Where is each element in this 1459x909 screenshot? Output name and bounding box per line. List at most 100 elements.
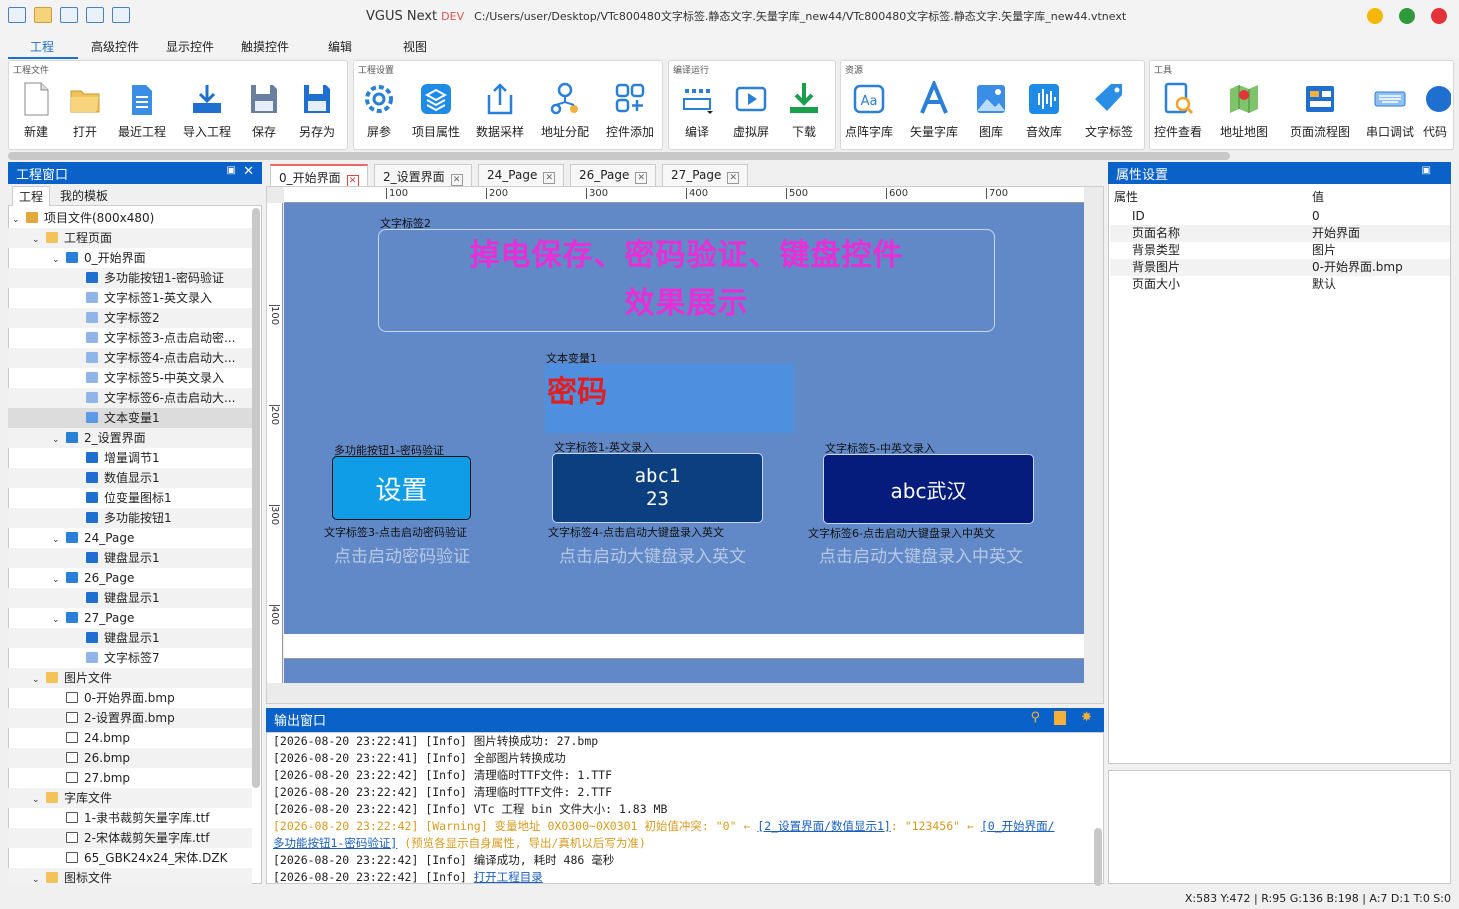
tree-node[interactable]: ⌄ 27_Page bbox=[8, 608, 252, 628]
menu-view[interactable]: 视图 bbox=[403, 38, 427, 55]
output-scrollbar[interactable] bbox=[1094, 828, 1102, 886]
maximize-button[interactable] bbox=[1399, 8, 1415, 24]
tab-my-templates[interactable]: 我的模板 bbox=[54, 186, 114, 205]
tree-node[interactable]: 键盘显示1 bbox=[8, 628, 252, 648]
download-button[interactable]: 下载 bbox=[772, 81, 836, 147]
menu-touch-widgets[interactable]: 触摸控件 bbox=[241, 38, 289, 55]
tree-node[interactable]: ⌄ 图标文件 bbox=[8, 868, 252, 884]
code-button[interactable]: 代码 bbox=[1415, 81, 1455, 147]
tree-node[interactable]: 键盘显示1 bbox=[8, 548, 252, 568]
tree-node[interactable]: 1-隶书裁剪矢量字库.ttf bbox=[8, 808, 252, 828]
expand-chevron-icon[interactable]: ⌄ bbox=[52, 570, 62, 588]
mixed-input-widget[interactable]: abc武汉 bbox=[823, 454, 1034, 524]
sound-library-button[interactable]: 音效库 bbox=[1012, 81, 1076, 147]
data-sampling-button[interactable]: 数据采样 bbox=[468, 81, 532, 147]
tree-node[interactable]: 27.bmp bbox=[8, 768, 252, 788]
expand-chevron-icon[interactable]: ⌄ bbox=[52, 430, 62, 448]
menu-project[interactable]: 工程 bbox=[30, 38, 54, 55]
property-value[interactable]: 0-开始界面.bmp bbox=[1312, 259, 1403, 276]
close-icon[interactable]: ✕ bbox=[543, 172, 556, 184]
tree-node[interactable]: 0-开始界面.bmp bbox=[8, 688, 252, 708]
tree-node[interactable]: 文本变量1 bbox=[8, 408, 252, 428]
menu-edit[interactable]: 编辑 bbox=[328, 38, 352, 55]
tree-node[interactable]: 文字标签2 bbox=[8, 308, 252, 328]
property-row[interactable]: 页面名称 开始界面 bbox=[1110, 225, 1450, 242]
tree-node[interactable]: ⌄ 图片文件 bbox=[8, 668, 252, 688]
tab-project[interactable]: 工程 bbox=[12, 186, 51, 206]
tree-node[interactable]: 24.bmp bbox=[8, 728, 252, 748]
doc-tab-2[interactable]: 2_设置界面 ✕ bbox=[374, 164, 472, 186]
tree-node[interactable]: ⌄ 字库文件 bbox=[8, 788, 252, 808]
import-project-button[interactable]: 导入工程 bbox=[175, 81, 239, 147]
page-flowchart-button[interactable]: 页面流程图 bbox=[1286, 81, 1354, 147]
tree-node[interactable]: 文字标签3-点击启动密... bbox=[8, 328, 252, 348]
close-icon[interactable]: ✕ bbox=[635, 172, 648, 184]
minimize-button[interactable] bbox=[1367, 8, 1383, 24]
expand-chevron-icon[interactable]: ⌄ bbox=[52, 530, 62, 548]
menu-advanced-widgets[interactable]: 高级控件 bbox=[91, 38, 139, 55]
property-value[interactable]: 0 bbox=[1312, 208, 1320, 225]
tree-node[interactable]: 键盘显示1 bbox=[8, 588, 252, 608]
expand-chevron-icon[interactable]: ⌄ bbox=[32, 230, 42, 248]
tree-node[interactable]: 文字标签1-英文录入 bbox=[8, 288, 252, 308]
tree-node[interactable]: 增量调节1 bbox=[8, 448, 252, 468]
close-icon[interactable]: ✕ bbox=[450, 174, 463, 186]
serial-debug-button[interactable]: 串口调试 bbox=[1358, 81, 1422, 147]
tree-node[interactable]: ⌄ 工程页面 bbox=[8, 228, 252, 248]
doc-tab-24[interactable]: 24_Page ✕ bbox=[478, 164, 565, 186]
open-project-dir-link[interactable]: 打开工程目录 bbox=[474, 870, 543, 883]
tree-node[interactable]: 位变量图标1 bbox=[8, 488, 252, 508]
text-label-button[interactable]: 文字标签 bbox=[1077, 81, 1141, 147]
property-value[interactable]: 默认 bbox=[1312, 276, 1336, 293]
tree-node[interactable]: 文字标签5-中英文录入 bbox=[8, 368, 252, 388]
property-row[interactable]: 背景图片 0-开始界面.bmp bbox=[1110, 259, 1450, 276]
close-button[interactable] bbox=[1431, 8, 1447, 24]
tree-node[interactable]: ⌄ 项目文件(800x480) bbox=[8, 208, 252, 228]
screen-icon[interactable] bbox=[112, 7, 130, 23]
tree-node[interactable]: 多功能按钮1 bbox=[8, 508, 252, 528]
warning-link[interactable]: 多功能按钮1-密码验证] bbox=[273, 836, 397, 850]
title-text-widget[interactable]: 掉电保存、密码验证、键盘控件 效果展示 bbox=[378, 229, 995, 332]
widget-view-button[interactable]: 控件查看 bbox=[1146, 81, 1210, 147]
property-value[interactable]: 开始界面 bbox=[1312, 225, 1360, 242]
doc-tab-27[interactable]: 27_Page ✕ bbox=[662, 164, 749, 186]
pin-icon[interactable]: ▣ bbox=[1422, 165, 1431, 176]
clear-broom-icon[interactable]: ✸ bbox=[1081, 710, 1092, 725]
open-button[interactable]: 打开 bbox=[53, 81, 117, 147]
tree-node[interactable]: 2-设置界面.bmp bbox=[8, 708, 252, 728]
save-icon[interactable] bbox=[60, 7, 78, 23]
expand-chevron-icon[interactable]: ⌄ bbox=[12, 210, 22, 228]
tree-node[interactable]: 多功能按钮1-密码验证 bbox=[8, 268, 252, 288]
grid-icon[interactable] bbox=[86, 7, 104, 23]
address-assign-button[interactable]: 地址分配 bbox=[533, 81, 597, 147]
property-row[interactable]: ID 0 bbox=[1110, 208, 1450, 225]
tree-node[interactable]: ⌄ 26_Page bbox=[8, 568, 252, 588]
tree-node[interactable]: 文字标签6-点击启动大... bbox=[8, 388, 252, 408]
tree-node[interactable]: ⌄ 0_开始界面 bbox=[8, 248, 252, 268]
expand-chevron-icon[interactable]: ⌄ bbox=[52, 250, 62, 268]
pin-icon[interactable]: ▣ bbox=[227, 165, 236, 176]
tree-node[interactable]: 文字标签7 bbox=[8, 648, 252, 668]
tree-node[interactable]: 65_GBK24x24_宋体.DZK bbox=[8, 848, 252, 868]
doc-tab-26[interactable]: 26_Page ✕ bbox=[570, 164, 657, 186]
tree-scrollbar[interactable] bbox=[252, 208, 260, 788]
expand-chevron-icon[interactable]: ⌄ bbox=[32, 790, 42, 808]
add-widget-button[interactable]: 控件添加 bbox=[598, 81, 662, 147]
open-folder-icon[interactable] bbox=[34, 7, 52, 23]
expand-chevron-icon[interactable]: ⌄ bbox=[52, 610, 62, 628]
warning-link[interactable]: [0_开始界面/ bbox=[981, 819, 1055, 833]
property-value[interactable]: 图片 bbox=[1312, 242, 1336, 259]
app-icon[interactable] bbox=[8, 7, 26, 23]
expand-chevron-icon[interactable]: ⌄ bbox=[32, 870, 42, 884]
property-row[interactable]: 背景类型 图片 bbox=[1110, 242, 1450, 259]
english-input-widget[interactable]: abc1 23 bbox=[552, 453, 763, 523]
expand-chevron-icon[interactable]: ⌄ bbox=[32, 670, 42, 688]
tree-node[interactable]: 数值显示1 bbox=[8, 468, 252, 488]
close-icon[interactable]: ✕ bbox=[727, 172, 740, 184]
tree-node[interactable]: 文字标签4-点击启动大... bbox=[8, 348, 252, 368]
tree-node[interactable]: ⌄ 2_设置界面 bbox=[8, 428, 252, 448]
address-map-button[interactable]: 地址地图 bbox=[1212, 81, 1276, 147]
bitmap-font-button[interactable]: Aa 点阵字库 bbox=[837, 81, 901, 147]
warning-link[interactable]: [2_设置界面/数值显示1] bbox=[757, 819, 891, 833]
save-as-button[interactable]: 另存为 bbox=[285, 81, 349, 147]
